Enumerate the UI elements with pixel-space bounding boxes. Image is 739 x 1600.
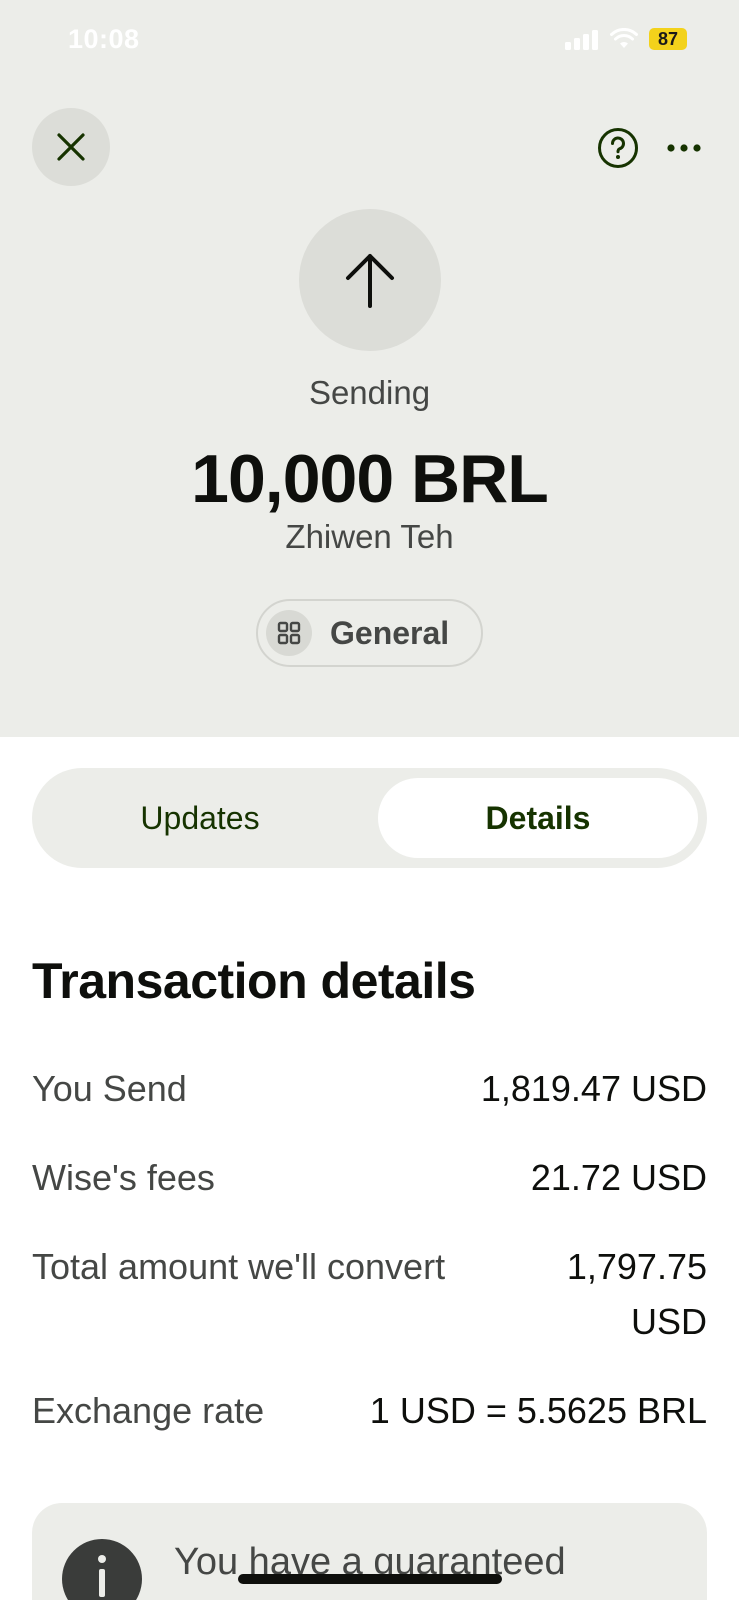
detail-value-total-convert-amount: 1,797.75 [566, 1246, 707, 1287]
help-icon [598, 128, 638, 168]
detail-label-exchange-rate: Exchange rate [32, 1390, 265, 1431]
info-icon [62, 1539, 142, 1600]
close-icon [57, 133, 85, 161]
detail-label-fees: Wise's fees [32, 1157, 215, 1198]
tab-details[interactable]: Details [378, 778, 698, 858]
status-indicators: 87 [565, 28, 687, 50]
arrow-up-icon [346, 254, 394, 308]
detail-label-total-convert: Total amount we'll convert [32, 1246, 446, 1287]
transaction-screen: 10:08 87 Sending 10,000 BRL Zhiwen Teh G… [0, 0, 739, 1600]
tab-updates[interactable]: Updates [40, 778, 360, 858]
battery-indicator: 87 [649, 28, 687, 50]
category-chip[interactable]: General [256, 599, 483, 667]
more-icon [667, 144, 701, 152]
transfer-amount: 10,000 BRL [191, 441, 549, 517]
detail-value-you-send: 1,819.47 USD [480, 1068, 707, 1109]
home-indicator[interactable] [238, 1574, 502, 1584]
detail-value-fees: 21.72 USD [530, 1157, 707, 1198]
transfer-status-label: Sending [308, 374, 431, 411]
more-options-button[interactable] [662, 126, 706, 170]
view-segmented-control: Updates Details [32, 768, 707, 868]
close-button[interactable] [32, 108, 110, 186]
recipient-name: Zhiwen Teh [285, 518, 454, 555]
status-time: 10:08 [68, 24, 140, 54]
section-title: Transaction details [32, 953, 476, 1009]
help-button[interactable] [596, 126, 640, 170]
category-label: General [330, 614, 450, 651]
cellular-signal-icon [565, 28, 599, 50]
detail-value-total-convert-currency: USD [630, 1301, 707, 1342]
detail-label-you-send: You Send [32, 1068, 187, 1109]
wifi-icon [610, 28, 638, 48]
detail-value-exchange-rate: 1 USD = 5.5625 BRL [369, 1390, 707, 1431]
transaction-header: 10:08 87 Sending 10,000 BRL Zhiwen Teh G… [0, 0, 739, 737]
send-direction-badge [299, 209, 441, 351]
grid-icon [266, 610, 312, 656]
rate-guarantee-card[interactable]: You have a guaranteed [32, 1503, 707, 1600]
